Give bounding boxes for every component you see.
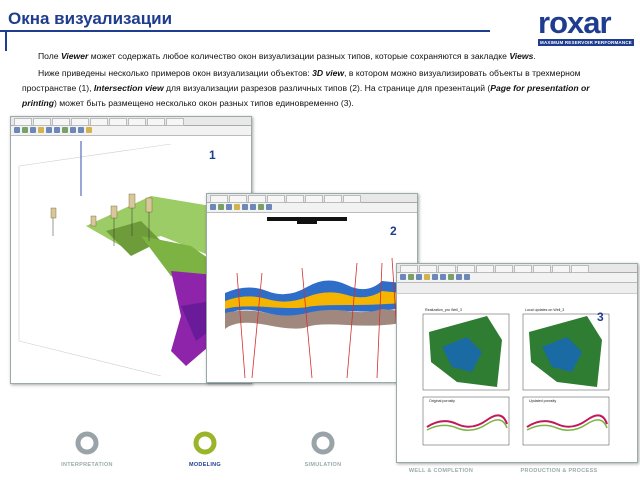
title-underline	[0, 30, 490, 32]
workflow-label: INTERPRETATION	[61, 462, 113, 468]
workflow-label: WELL & COMPLETION	[408, 468, 474, 474]
title-bracket	[5, 31, 7, 51]
figure-label-3: 3	[597, 310, 604, 324]
figure-label-1: 1	[209, 148, 216, 162]
text-run: .	[533, 51, 536, 61]
log2-title: Updated porosity	[529, 399, 557, 403]
workflow-item-production[interactable]: PRODUCTION & PROCESS	[514, 468, 604, 474]
workflow-item-simulation[interactable]: SIMULATION	[278, 430, 368, 468]
term-views: Views	[509, 51, 534, 61]
term-viewer: Viewer	[60, 51, 89, 61]
window-toolbar[interactable]	[397, 273, 637, 283]
workflow-label: PRODUCTION & PROCESS	[520, 468, 598, 474]
simulation-cycle-icon	[311, 431, 335, 455]
term-intersection-view: Intersection view	[93, 83, 164, 93]
workflow-item-well-completion[interactable]: WELL & COMPLETION	[396, 468, 486, 474]
text-run: Поле	[38, 51, 61, 61]
intersection-view-window[interactable]	[206, 193, 418, 383]
workflow-bar: INTERPRETATION MODELING SIMULATION WELL …	[0, 430, 640, 480]
text-run: для визуализации разрезов различных типо…	[163, 83, 491, 93]
roxar-logo: roxar MAXIMUM RESERVOIR PERFORMANCE	[538, 5, 634, 48]
interpretation-cycle-icon	[75, 431, 99, 455]
log1-title: Original porosity	[429, 399, 455, 403]
examples-paragraph: Ниже приведены несколько примеров окон в…	[22, 66, 622, 111]
workflow-label: MODELING	[188, 462, 222, 468]
window-tabs[interactable]	[207, 194, 417, 203]
term-3d-view: 3D view	[312, 68, 345, 78]
window-tabs[interactable]	[11, 117, 251, 126]
figure-label-2: 2	[390, 224, 397, 238]
intersection-section[interactable]	[207, 213, 417, 383]
text-run: ) может быть размещено несколько окон ра…	[53, 98, 354, 108]
window-tabs[interactable]	[397, 264, 637, 273]
workflow-item-interpretation[interactable]: INTERPRETATION	[42, 430, 132, 468]
modeling-cycle-icon	[193, 431, 217, 455]
window-toolbar[interactable]	[11, 126, 251, 136]
page-title: Окна визуализации	[8, 9, 173, 28]
logo-wordmark: roxar	[538, 5, 612, 40]
window-toolbar[interactable]	[207, 203, 417, 213]
logo-tagline: MAXIMUM RESERVOIR PERFORMANCE	[538, 39, 634, 46]
workflow-label: SIMULATION	[304, 462, 342, 468]
text-run: может содержать любое количество окон ви…	[88, 51, 510, 61]
text-run: Ниже приведены несколько примеров окон в…	[38, 68, 313, 78]
workflow-item-modeling[interactable]: MODELING	[160, 430, 250, 468]
intro-paragraph: Поле Viewer может содержать любое количе…	[38, 49, 536, 64]
